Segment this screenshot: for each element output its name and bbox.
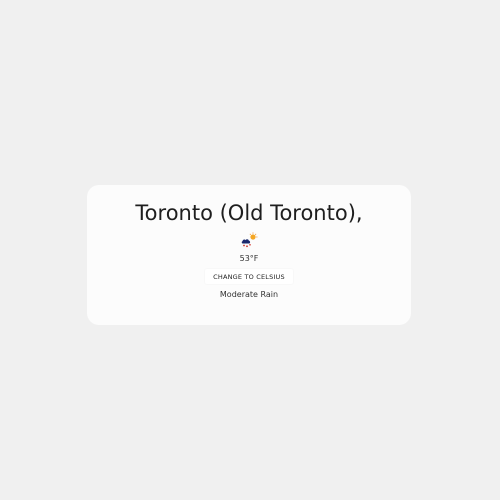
weather-condition: Moderate Rain <box>219 290 279 299</box>
temperature-value: 53°F <box>239 254 259 263</box>
rain-sun-icon <box>240 232 258 248</box>
page: Toronto (Old Toronto), 53°F CHANGE TO CE… <box>0 0 500 500</box>
weather-card: Toronto (Old Toronto), 53°F CHANGE TO CE… <box>87 185 411 325</box>
change-unit-button[interactable]: CHANGE TO CELSIUS <box>205 269 293 284</box>
weather-icon-graphic <box>241 232 258 248</box>
city-name: Toronto (Old Toronto), <box>135 201 363 225</box>
